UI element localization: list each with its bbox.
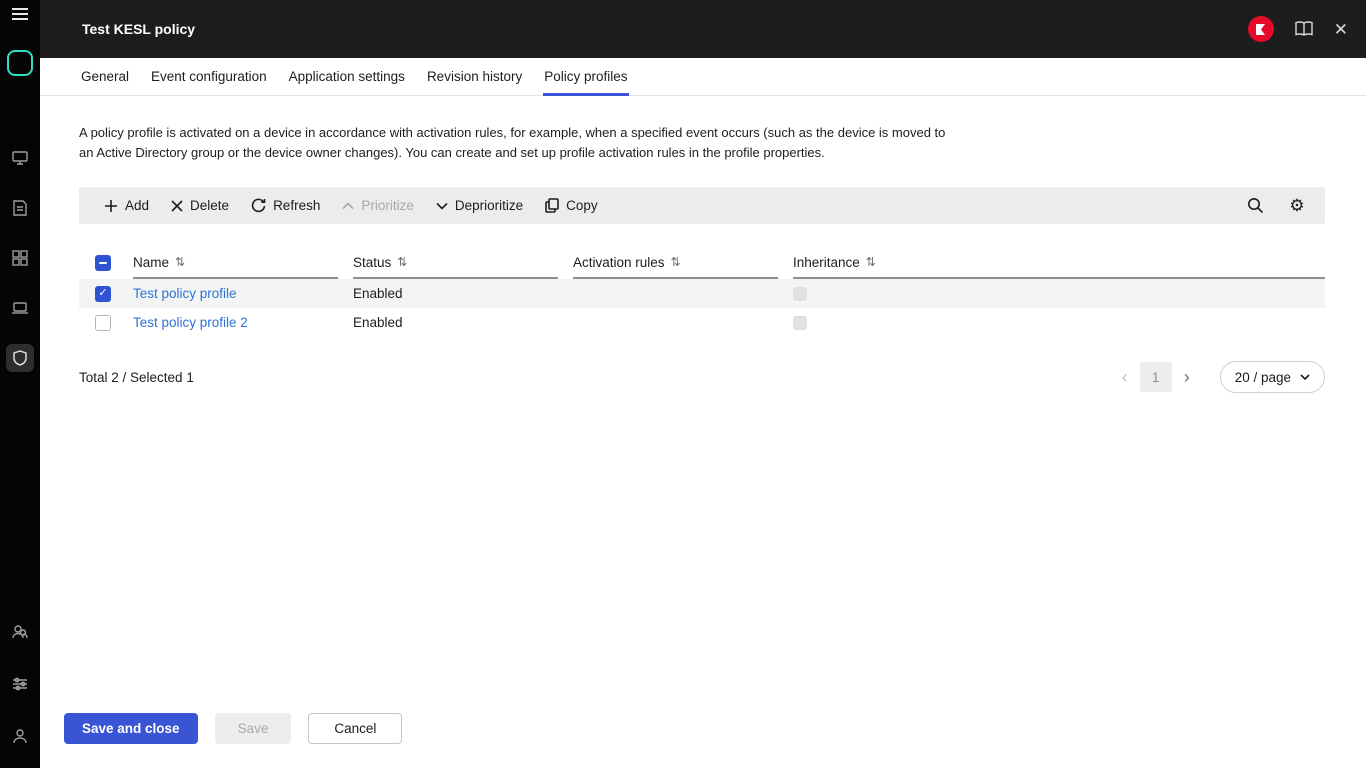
profile-name-link[interactable]: Test policy profile 2 xyxy=(133,315,248,330)
sort-icon[interactable]: ⇅ xyxy=(866,255,876,269)
deprioritize-button[interactable]: Deprioritize xyxy=(425,187,534,224)
search-icon[interactable] xyxy=(1241,192,1269,220)
chevron-down-icon xyxy=(1300,374,1310,380)
select-all-checkbox[interactable] xyxy=(95,255,111,271)
close-icon[interactable]: ✕ xyxy=(1334,21,1348,38)
prioritize-button[interactable]: Prioritize xyxy=(331,187,425,224)
delete-button[interactable]: Delete xyxy=(160,187,240,224)
status-value: Enabled xyxy=(353,315,403,330)
status-value: Enabled xyxy=(353,286,403,301)
table-toolbar: Add Delete Refresh Prioritize Deprioriti… xyxy=(79,187,1325,224)
sort-icon[interactable]: ⇅ xyxy=(175,255,185,269)
account-icon[interactable] xyxy=(6,722,34,750)
table-row[interactable]: Test policy profile 2 Enabled xyxy=(79,308,1325,337)
column-header-status[interactable]: Status ⇅ xyxy=(353,247,558,279)
save-button[interactable]: Save xyxy=(215,713,292,744)
tab-bar: General Event configuration Application … xyxy=(40,58,1366,96)
sidebar xyxy=(0,0,40,768)
settings-sliders-icon[interactable] xyxy=(6,670,34,698)
tab-revision-history[interactable]: Revision history xyxy=(426,58,523,95)
gear-icon[interactable]: ⚙ xyxy=(1283,192,1311,220)
monitoring-icon[interactable] xyxy=(6,144,34,172)
tab-policy-profiles[interactable]: Policy profiles xyxy=(543,58,628,95)
refresh-button[interactable]: Refresh xyxy=(240,187,331,224)
inheritance-checkbox xyxy=(793,316,807,330)
profile-name-link[interactable]: Test policy profile xyxy=(133,286,237,301)
hamburger-menu-icon[interactable] xyxy=(6,0,34,28)
column-header-activation-rules[interactable]: Activation rules ⇅ xyxy=(573,247,778,279)
dialog-actions: Save and close Save Cancel xyxy=(64,713,402,744)
cancel-button[interactable]: Cancel xyxy=(308,713,402,744)
brand-badge-icon[interactable] xyxy=(1248,16,1274,42)
users-icon[interactable] xyxy=(6,618,34,646)
row-checkbox[interactable] xyxy=(95,315,111,331)
table-row[interactable]: ✓ Test policy profile Enabled xyxy=(79,279,1325,308)
total-selected-count: Total 2 / Selected 1 xyxy=(79,370,194,385)
row-checkbox[interactable]: ✓ xyxy=(95,286,111,302)
page-number-button[interactable]: 1 xyxy=(1140,362,1172,392)
save-and-close-button[interactable]: Save and close xyxy=(64,713,198,744)
tab-general[interactable]: General xyxy=(80,58,130,95)
table-footer: Total 2 / Selected 1 ‹ 1 › 20 / page xyxy=(79,361,1325,393)
copy-button[interactable]: Copy xyxy=(534,187,609,224)
add-button[interactable]: Add xyxy=(93,187,160,224)
help-book-icon[interactable] xyxy=(1294,21,1314,37)
policy-profiles-table: Name ⇅ Status ⇅ Activation rules ⇅ Inher… xyxy=(79,247,1325,337)
column-header-inheritance[interactable]: Inheritance ⇅ xyxy=(793,247,1325,279)
tab-event-configuration[interactable]: Event configuration xyxy=(150,58,268,95)
inheritance-checkbox xyxy=(793,287,807,301)
table-header-row: Name ⇅ Status ⇅ Activation rules ⇅ Inher… xyxy=(79,247,1325,279)
product-logo xyxy=(7,50,33,76)
reports-icon[interactable] xyxy=(6,194,34,222)
tab-application-settings[interactable]: Application settings xyxy=(288,58,406,95)
window-title: Test KESL policy xyxy=(82,21,195,37)
next-page-icon[interactable]: › xyxy=(1178,367,1196,388)
window-header: Test KESL policy ✕ xyxy=(40,0,1366,58)
policies-icon[interactable] xyxy=(6,344,34,372)
page-size-select[interactable]: 20 / page xyxy=(1220,361,1325,393)
policy-profiles-panel: General Event configuration Application … xyxy=(40,58,1366,768)
policy-profile-description: A policy profile is activated on a devic… xyxy=(79,123,959,163)
sort-icon[interactable]: ⇅ xyxy=(671,255,681,269)
apps-grid-icon[interactable] xyxy=(6,244,34,272)
devices-icon[interactable] xyxy=(6,294,34,322)
pagination: ‹ 1 › 20 / page xyxy=(1116,361,1325,393)
previous-page-icon[interactable]: ‹ xyxy=(1116,367,1134,388)
column-header-name[interactable]: Name ⇅ xyxy=(133,247,338,279)
sort-icon[interactable]: ⇅ xyxy=(397,255,407,269)
